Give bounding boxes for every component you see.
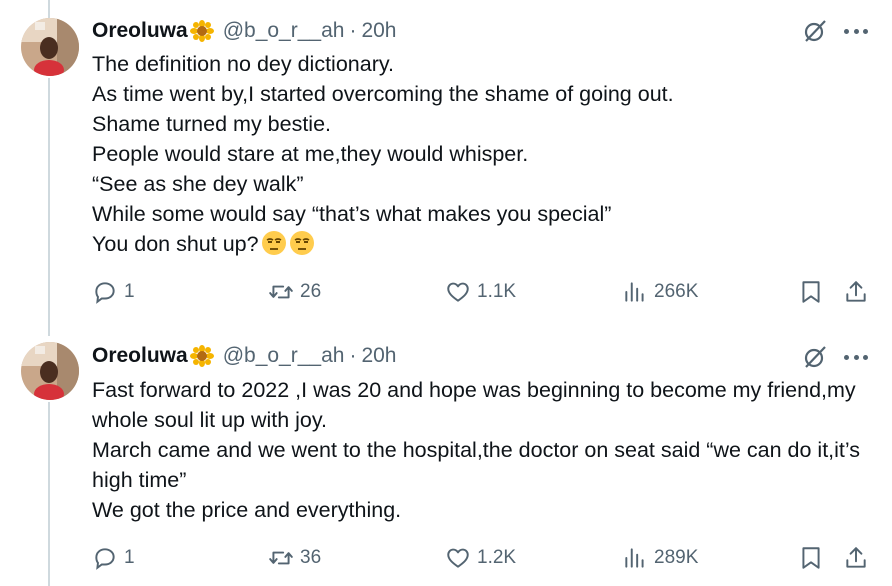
views-icon bbox=[625, 548, 644, 568]
separator-dot: · bbox=[349, 344, 357, 367]
more-icon[interactable] bbox=[843, 18, 869, 44]
tweet-header: Oreoluwa @b_o_r__ah · 20h bbox=[92, 344, 397, 368]
share-icon bbox=[846, 547, 866, 568]
bookmark-icon bbox=[802, 281, 820, 303]
retweet-button[interactable]: 26 bbox=[268, 277, 321, 307]
author-handle[interactable]: @b_o_r__ah bbox=[223, 344, 345, 368]
reply-count: 1 bbox=[124, 281, 135, 302]
tweet-actions: 1 36 1.2K 289K bbox=[0, 543, 892, 573]
sunflower-emoji bbox=[189, 20, 215, 42]
like-icon bbox=[447, 548, 469, 568]
tweet-text: The definition no dey dictionary. As tim… bbox=[92, 49, 867, 259]
author-name[interactable]: Oreoluwa bbox=[92, 19, 188, 43]
reply-icon bbox=[95, 548, 115, 570]
tweet-text-fragment: You don shut up? bbox=[92, 232, 259, 256]
separator-dot: · bbox=[349, 19, 357, 42]
reply-button[interactable]: 1 bbox=[92, 543, 135, 573]
view-count: 289K bbox=[654, 547, 699, 568]
tweet-text-line: As time went by,I started overcoming the… bbox=[92, 82, 674, 106]
avatar[interactable] bbox=[21, 342, 79, 400]
views-icon bbox=[625, 282, 644, 302]
tweet-text-line: Shame turned my bestie. bbox=[92, 112, 332, 136]
grok-icon[interactable] bbox=[802, 344, 828, 370]
tweet[interactable]: Oreoluwa @b_o_r__ah · 20h bbox=[0, 0, 892, 330]
author-handle[interactable]: @b_o_r__ah bbox=[223, 19, 345, 43]
like-count: 1.2K bbox=[477, 547, 517, 568]
tweet-text-line: People would stare at me,they would whis… bbox=[92, 142, 529, 166]
tweet-text: Fast forward to 2022 ,I was 20 and hope … bbox=[92, 375, 867, 525]
like-button[interactable]: 1.1K bbox=[445, 277, 516, 307]
tweet-text-line: The definition no dey dictionary. bbox=[92, 52, 394, 76]
view-count: 266K bbox=[654, 281, 699, 302]
tweet-text-line: We got the price and everything. bbox=[92, 498, 402, 522]
tweet-text-line: You don shut up? bbox=[92, 229, 867, 259]
like-count: 1.1K bbox=[477, 281, 517, 302]
grok-icon[interactable] bbox=[802, 18, 828, 44]
timestamp[interactable]: 20h bbox=[361, 19, 396, 43]
tweet[interactable]: Oreoluwa @b_o_r__ah · 20h bbox=[0, 330, 892, 586]
retweet-button[interactable]: 36 bbox=[268, 543, 321, 573]
views-button[interactable]: 266K bbox=[622, 277, 698, 307]
unamused-face-emoji bbox=[261, 230, 287, 256]
reply-count: 1 bbox=[124, 547, 135, 568]
sunflower-emoji bbox=[189, 345, 215, 367]
reply-icon bbox=[95, 282, 115, 304]
bookmark-icon bbox=[802, 547, 820, 569]
retweet-icon bbox=[269, 551, 293, 565]
retweet-count: 26 bbox=[300, 281, 322, 302]
retweet-count: 36 bbox=[300, 547, 322, 568]
tweet-text-line: Fast forward to 2022 ,I was 20 and hope … bbox=[92, 378, 856, 432]
bookmark-button[interactable] bbox=[798, 543, 824, 573]
share-button[interactable] bbox=[843, 543, 869, 573]
share-button[interactable] bbox=[843, 277, 869, 307]
like-button[interactable]: 1.2K bbox=[445, 543, 516, 573]
unamused-face-emoji bbox=[289, 230, 315, 256]
avatar[interactable] bbox=[21, 18, 79, 76]
more-icon[interactable] bbox=[843, 344, 869, 370]
like-icon bbox=[447, 282, 469, 302]
reply-button[interactable]: 1 bbox=[92, 277, 135, 307]
bookmark-button[interactable] bbox=[798, 277, 824, 307]
tweet-text-line: “See as she dey walk” bbox=[92, 172, 304, 196]
tweet-text-line: While some would say “that’s what makes … bbox=[92, 202, 612, 226]
share-icon bbox=[846, 281, 866, 302]
retweet-icon bbox=[269, 285, 293, 299]
tweet-text-line: March came and we went to the hospital,t… bbox=[92, 438, 861, 492]
tweet-actions: 1 26 1.1K 266K bbox=[0, 277, 892, 307]
timestamp[interactable]: 20h bbox=[361, 344, 396, 368]
tweet-header: Oreoluwa @b_o_r__ah · 20h bbox=[92, 19, 397, 43]
views-button[interactable]: 289K bbox=[622, 543, 698, 573]
author-name[interactable]: Oreoluwa bbox=[92, 344, 188, 368]
